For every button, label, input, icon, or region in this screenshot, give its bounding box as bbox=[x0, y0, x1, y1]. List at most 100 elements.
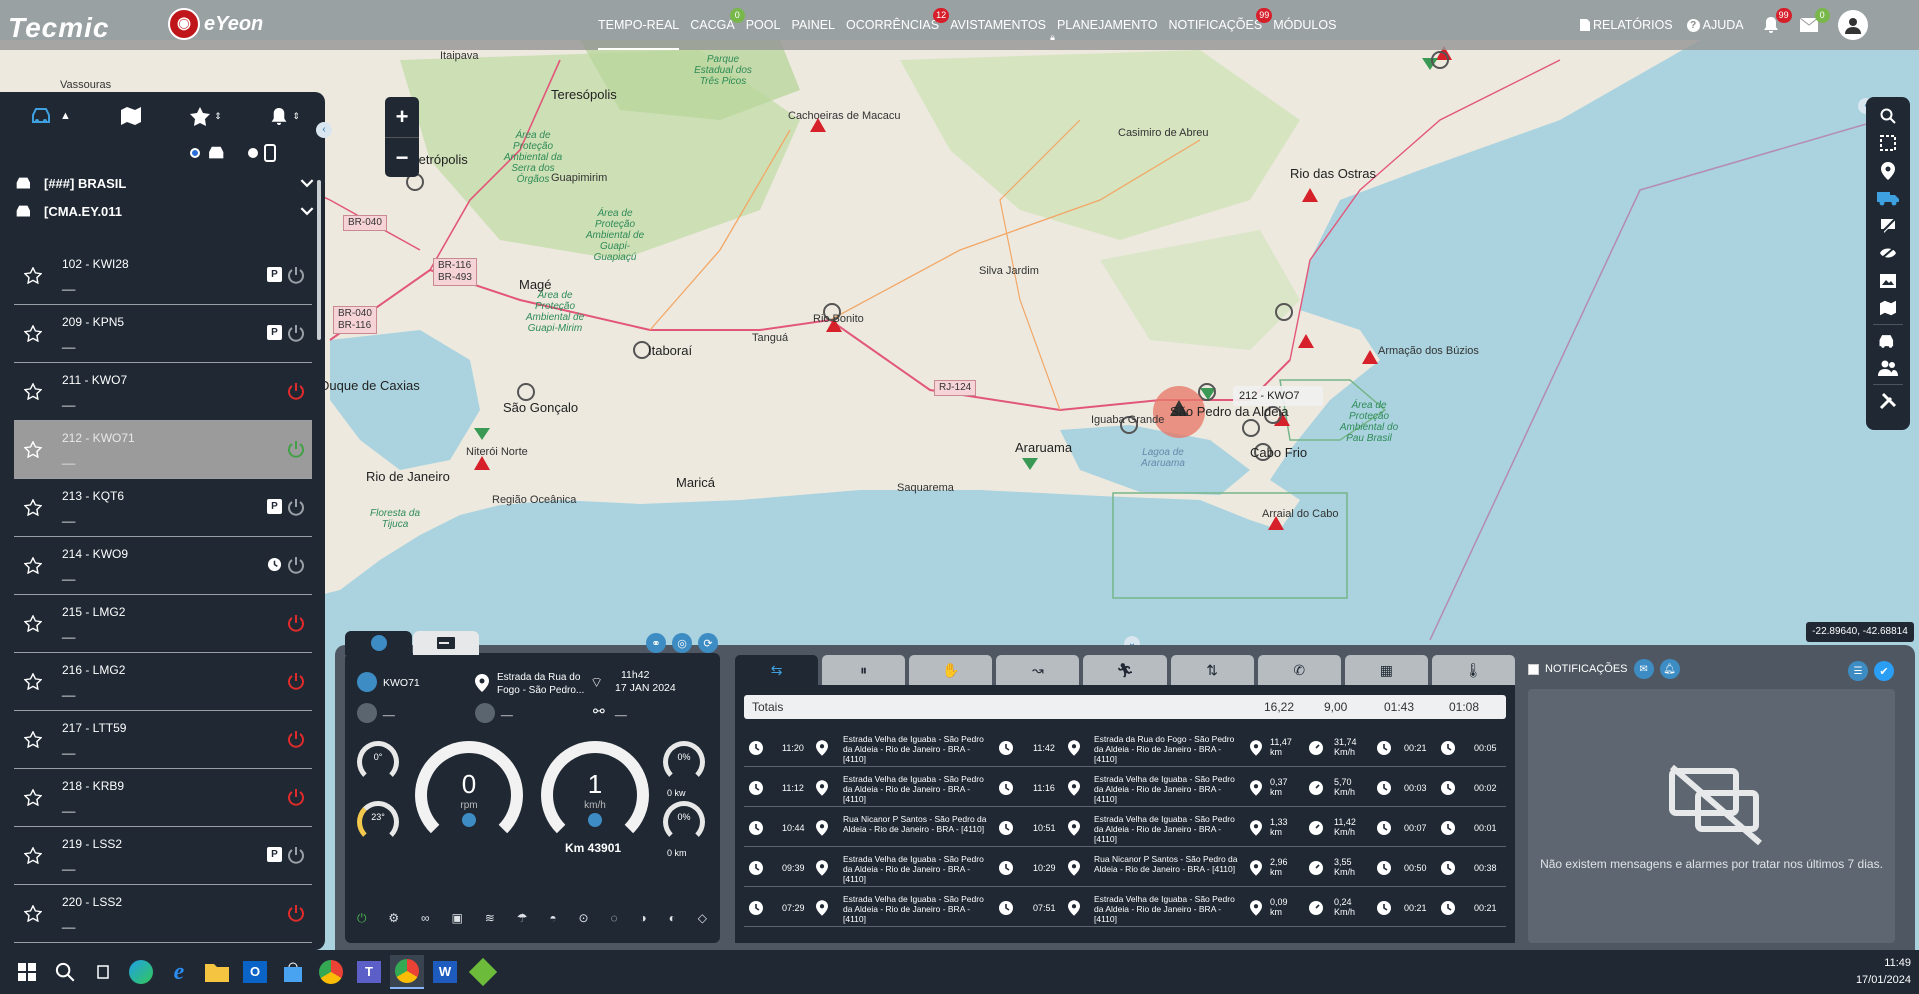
favorite-star-icon[interactable] bbox=[24, 731, 42, 748]
outlook-app[interactable]: O bbox=[238, 955, 272, 989]
vehicle-row[interactable]: 212 - KWO71 __ bbox=[14, 421, 312, 479]
edge-app[interactable] bbox=[124, 955, 158, 989]
help-link[interactable]: ? AJUDA bbox=[1686, 18, 1744, 32]
confirm-button[interactable]: ✔ bbox=[1874, 661, 1894, 681]
task-view-button[interactable] bbox=[86, 955, 120, 989]
poi-tool[interactable] bbox=[1881, 157, 1895, 185]
store-app[interactable] bbox=[276, 955, 310, 989]
tecmic-logo[interactable]: Tecmic bbox=[8, 12, 109, 44]
favorite-star-icon[interactable] bbox=[24, 615, 42, 632]
vehicle-row[interactable]: 211 - KWO7 __ bbox=[14, 363, 312, 421]
trip-row[interactable]: 09:39 Estrada Velha de Iguaba - São Pedro… bbox=[744, 849, 1506, 887]
vehicle-row[interactable]: 220 - LSS2 __ bbox=[14, 885, 312, 943]
message-filter-button[interactable]: ✉ bbox=[1633, 659, 1654, 679]
system-clock[interactable]: 11:49 17/01/2024 bbox=[1856, 955, 1911, 989]
nav-item[interactable]: NOTIFICAÇÕES 99 bbox=[1168, 0, 1273, 50]
user-avatar[interactable] bbox=[1837, 10, 1868, 40]
vehicle-list-scrollbar[interactable] bbox=[317, 180, 321, 340]
tab-speedometer[interactable] bbox=[345, 631, 412, 655]
favorite-star-icon[interactable] bbox=[24, 499, 42, 516]
nav-item[interactable]: MÓDULOS bbox=[1273, 0, 1336, 50]
chevron-down-icon[interactable] bbox=[300, 207, 314, 216]
chevron-down-icon[interactable] bbox=[300, 179, 314, 188]
vehicle-row[interactable]: 215 - LMG2 __ bbox=[14, 595, 312, 653]
favorite-star-icon[interactable] bbox=[24, 789, 42, 806]
vehicle-popup[interactable]: 212 - KWO7 bbox=[1233, 386, 1323, 406]
trip-row[interactable]: 07:29 Estrada Velha de Iguaba - São Pedro… bbox=[744, 889, 1506, 927]
vehicle-row[interactable]: 218 - KRB9 __ bbox=[14, 769, 312, 827]
tools-tool[interactable] bbox=[1879, 387, 1897, 415]
tab-stops[interactable]: ⏸ bbox=[822, 655, 906, 685]
teams-app[interactable]: T bbox=[352, 955, 386, 989]
nav-item[interactable]: POOL bbox=[746, 0, 781, 50]
map-layers-tool[interactable] bbox=[1879, 295, 1897, 323]
tab-temperature[interactable]: 🌡︎ bbox=[1431, 655, 1515, 685]
favorite-star-icon[interactable] bbox=[24, 325, 42, 342]
nav-item[interactable]: PAINEL bbox=[791, 0, 835, 50]
favorite-star-icon[interactable] bbox=[24, 905, 42, 922]
drivers-tool[interactable] bbox=[1878, 355, 1898, 383]
vehicle-row[interactable]: 209 - KPN5 __ P bbox=[14, 305, 312, 363]
reports-link[interactable]: RELATÓRIOS bbox=[1580, 18, 1673, 32]
tab-route[interactable]: ↝ bbox=[996, 655, 1080, 685]
target-button[interactable]: ◎ bbox=[672, 633, 692, 653]
explorer-app[interactable] bbox=[200, 955, 234, 989]
zoom-out-button[interactable]: − bbox=[385, 137, 419, 177]
windows-start-button[interactable] bbox=[10, 955, 44, 989]
search-button[interactable] bbox=[48, 955, 82, 989]
notifications-checkbox[interactable] bbox=[1528, 663, 1539, 675]
other-app[interactable] bbox=[466, 955, 500, 989]
favorite-star-icon[interactable] bbox=[24, 557, 42, 574]
vehicles-tool[interactable] bbox=[1877, 185, 1899, 213]
link-button[interactable]: ⚭ bbox=[646, 633, 666, 653]
ie-app[interactable]: e bbox=[162, 955, 196, 989]
favorite-star-icon[interactable] bbox=[24, 441, 42, 458]
trip-row[interactable]: 11:12 Estrada Velha de Iguaba - São Pedro… bbox=[744, 769, 1506, 807]
favorite-star-icon[interactable] bbox=[24, 847, 42, 864]
chrome-app[interactable] bbox=[314, 955, 348, 989]
radio-devices[interactable] bbox=[248, 144, 276, 162]
vehicle-row[interactable]: 102 - KWI28 __ P bbox=[14, 247, 312, 305]
tab-alerts[interactable]: ⇕ bbox=[270, 106, 300, 126]
word-app[interactable]: W bbox=[428, 955, 462, 989]
favorite-star-icon[interactable] bbox=[24, 673, 42, 690]
vehicle-row[interactable]: 214 - KWO9 __ bbox=[14, 537, 312, 595]
vehicle-row[interactable]: 219 - LSS2 __ P bbox=[14, 827, 312, 885]
chrome-app-active[interactable] bbox=[390, 955, 424, 989]
alarm-filter-button[interactable]: 🔔︎ bbox=[1659, 659, 1680, 679]
alerts-button[interactable]: 99 bbox=[1760, 8, 1792, 36]
tab-activity[interactable]: 🏃︎ bbox=[1083, 655, 1167, 685]
hide-labels-tool[interactable] bbox=[1879, 212, 1897, 240]
fleet-tool[interactable] bbox=[1877, 327, 1899, 355]
nav-item[interactable]: AVISTAMENTOS 🔒︎ bbox=[950, 0, 1055, 50]
favorite-star-icon[interactable] bbox=[24, 267, 42, 284]
tab-video[interactable]: ▦ bbox=[1344, 655, 1428, 685]
search-tool[interactable] bbox=[1880, 102, 1896, 130]
collapse-left-panel-button[interactable]: ‹ bbox=[316, 122, 332, 138]
nav-item[interactable]: TEMPO-REAL bbox=[598, 0, 680, 50]
radio-vehicles[interactable] bbox=[190, 145, 230, 161]
images-tool[interactable] bbox=[1879, 267, 1897, 295]
zoom-in-button[interactable]: + bbox=[385, 97, 419, 137]
tab-favorites[interactable]: ⇕ bbox=[190, 106, 222, 126]
vehicle-row[interactable]: 216 - LMG2 __ bbox=[14, 653, 312, 711]
group-brasil[interactable]: [###] BRASIL bbox=[14, 176, 314, 191]
hide-visibility-tool[interactable] bbox=[1879, 240, 1897, 268]
notes-button[interactable]: ☰ bbox=[1848, 661, 1868, 681]
nav-item[interactable]: PLANEJAMENTO bbox=[1057, 0, 1158, 50]
tab-hand[interactable]: ✋ bbox=[909, 655, 993, 685]
group-cma[interactable]: [CMA.EY.011 bbox=[14, 204, 314, 219]
nav-item[interactable]: CACGA 0 bbox=[690, 0, 745, 50]
vehicle-row[interactable]: 213 - KQT6 __ P bbox=[14, 479, 312, 537]
nav-item[interactable]: OCORRÊNCIAS 12 bbox=[846, 0, 950, 50]
tab-calls[interactable]: ✆ bbox=[1257, 655, 1341, 685]
trip-row[interactable]: 11:20 Estrada Velha de Iguaba - São Pedro… bbox=[744, 729, 1506, 767]
refresh-button[interactable]: ⟳ bbox=[698, 633, 718, 653]
vehicle-row[interactable]: 217 - LTT59 __ bbox=[14, 711, 312, 769]
tab-card[interactable] bbox=[413, 631, 479, 655]
tab-trips[interactable]: ⇆ bbox=[735, 655, 819, 685]
select-area-tool[interactable] bbox=[1880, 130, 1896, 158]
tab-map[interactable] bbox=[120, 106, 142, 126]
tab-vehicles[interactable]: ▲ bbox=[30, 106, 71, 126]
favorite-star-icon[interactable] bbox=[24, 383, 42, 400]
